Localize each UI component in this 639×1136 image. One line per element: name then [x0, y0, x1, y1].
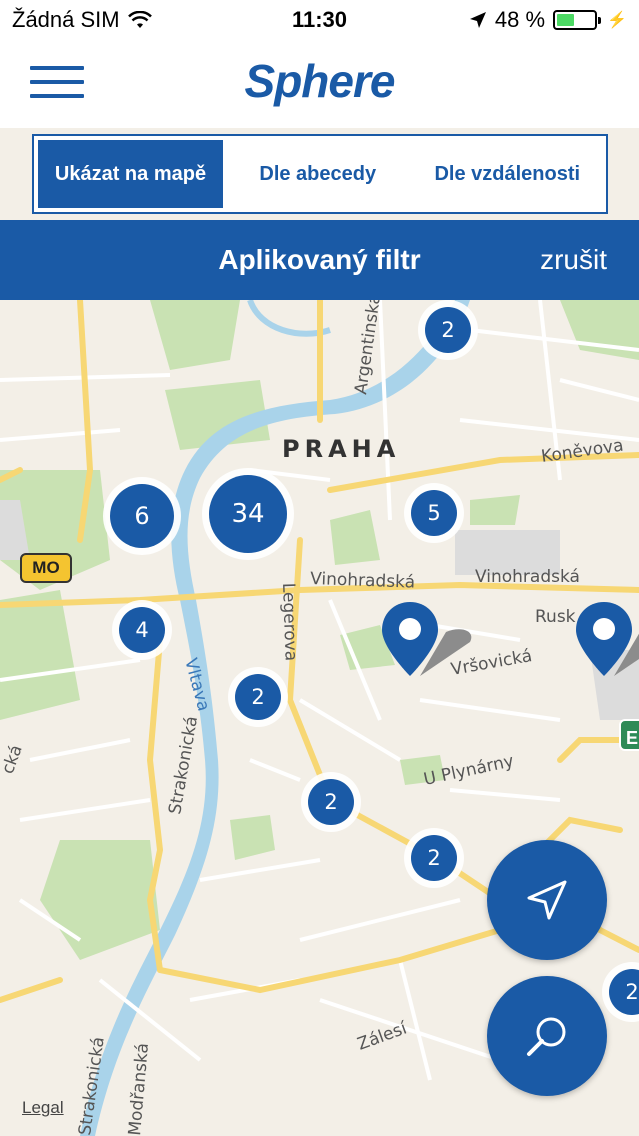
- map-street-label: Rusk: [535, 607, 576, 627]
- app-header: Sphere: [0, 40, 639, 128]
- map-cluster[interactable]: 34: [209, 475, 287, 553]
- search-button[interactable]: [487, 976, 607, 1096]
- map-street-label: Legerova: [278, 582, 301, 661]
- filter-cancel-button[interactable]: zrušit: [540, 244, 607, 276]
- map-route-badge-mo: MO: [20, 553, 72, 583]
- map-cluster[interactable]: 2: [425, 307, 471, 353]
- map-street-label: Vinohradská: [310, 569, 416, 593]
- app-logo: Sphere: [244, 55, 396, 107]
- view-mode-tabs: Ukázat na mapě Dle abecedy Dle vzdálenos…: [32, 134, 608, 214]
- tab-show-on-map[interactable]: Ukázat na mapě: [38, 140, 223, 208]
- battery-icon: [553, 10, 602, 30]
- map-route-badge-label: E: [626, 728, 638, 748]
- status-bar: Žádná SIM 11:30 48 % ⚡: [0, 0, 639, 40]
- search-icon: [527, 1017, 566, 1056]
- map-city-label: PRAHA: [282, 435, 400, 463]
- map-cluster[interactable]: 4: [119, 607, 165, 653]
- map-pin-icon[interactable]: [574, 600, 639, 680]
- locate-me-button[interactable]: [487, 840, 607, 960]
- wifi-icon: [127, 11, 152, 28]
- bolt-icon: ⚡: [607, 12, 627, 29]
- tab-by-distance[interactable]: Dle vzdálenosti: [413, 140, 603, 208]
- applied-filter-bar: Aplikovaný filtr zrušit: [0, 220, 639, 300]
- map-cluster[interactable]: 5: [411, 490, 457, 536]
- battery-level: [557, 14, 575, 26]
- carrier-label: Žádná SIM: [12, 7, 120, 32]
- location-arrow-icon: [469, 12, 486, 28]
- map-cluster[interactable]: 6: [110, 484, 174, 548]
- map-street-label: Vinohradská: [475, 567, 580, 587]
- map-cluster[interactable]: 2: [411, 835, 457, 881]
- legal-link[interactable]: Legal: [22, 1098, 64, 1118]
- map-cluster[interactable]: 2: [235, 674, 281, 720]
- map-pin-icon[interactable]: [380, 600, 480, 680]
- tab-alphabetical[interactable]: Dle abecedy: [223, 140, 413, 208]
- battery-percent: 48 %: [494, 7, 546, 32]
- navigation-arrow-icon: [527, 880, 567, 920]
- map-cluster[interactable]: 2: [308, 779, 354, 825]
